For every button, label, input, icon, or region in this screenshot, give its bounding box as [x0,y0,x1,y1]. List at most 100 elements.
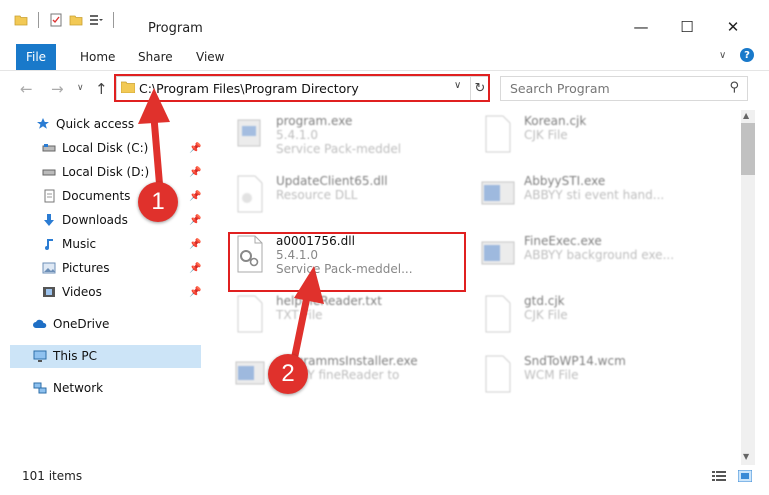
file-name: helpfileReader.txt [276,294,382,308]
window-title: Program [148,21,203,36]
network-icon [33,382,47,394]
pictures-icon [42,262,56,274]
sidebar-item-label: OneDrive [53,317,110,331]
sidebar-item-label: Local Disk (D:) [62,165,150,179]
pin-icon[interactable]: 📌 [189,287,201,298]
sidebar-item-documents[interactable]: Documents [42,185,130,207]
navigation-pane: Quick access Local Disk (C:) 📌 Local Dis… [0,110,205,465]
scroll-up-icon[interactable]: ▲ [743,111,749,120]
new-folder-icon[interactable] [69,13,83,27]
exe-file-icon [237,119,261,147]
sidebar-item-onedrive[interactable]: OneDrive [33,313,109,335]
sidebar-item-local-disk-c[interactable]: Local Disk (C:) [42,137,148,159]
scrollbar-thumb[interactable] [741,123,755,175]
forward-arrow-icon[interactable]: → [51,80,64,98]
music-icon [45,239,53,250]
list-item[interactable]: gtd.cjk CJK File [480,294,568,334]
close-button[interactable]: ✕ [710,12,756,42]
list-item[interactable]: UpdateClient65.dll Resource DLL [232,174,388,214]
file-name: UpdateClient65.dll [276,174,388,188]
sidebar-item-label: Documents [62,189,131,203]
list-item[interactable]: Korean.cjk CJK File [480,114,586,154]
details-view-icon[interactable] [712,470,726,482]
sidebar-item-music[interactable]: Music [42,233,96,255]
item-count: 101 items [22,469,83,483]
file-icon [485,355,511,393]
list-item[interactable]: program.exe 5.4.1.0 Service Pack-meddel [232,114,401,156]
customize-toolbar-icon[interactable] [89,13,103,27]
drive-icon [42,169,56,176]
minimize-button[interactable]: — [618,12,664,42]
file-description: ABBYY sti event hand... [524,188,665,202]
sidebar-item-label: Network [53,381,104,395]
file-icon [485,295,511,333]
sidebar-item-label: This PC [53,349,97,363]
up-arrow-icon[interactable]: ↑ [95,80,108,98]
search-input[interactable]: Search Program [510,81,610,96]
sidebar-item-quick-access[interactable]: Quick access [36,113,134,135]
search-icon[interactable]: ⚲ [729,80,739,95]
file-type: TXT File [276,308,323,322]
back-arrow-icon[interactable]: ← [20,80,33,98]
cloud-icon [33,319,47,328]
recent-locations-icon[interactable]: ∨ [77,83,84,93]
list-item[interactable]: helpfileReader.txt TXT File [232,294,382,334]
toolbar-separator [38,12,39,28]
sidebar-item-local-disk-d[interactable]: Local Disk (D:) [42,161,149,183]
exe-file-icon [235,361,265,385]
sidebar-item-label: Downloads [62,213,128,227]
callout-number-2: 2 [268,354,308,394]
properties-icon[interactable] [49,13,63,27]
exe-file-icon [481,181,515,205]
documents-icon [44,189,55,203]
file-name: AbbyySTI.exe [524,174,606,188]
tab-share[interactable]: Share [138,50,173,64]
file-description: Service Pack-meddel [276,142,402,156]
toolbar-separator [113,12,114,28]
file-version: 5.4.1.0 [276,128,318,142]
large-icons-view-icon[interactable] [738,470,752,482]
pin-icon[interactable]: 📌 [189,239,201,250]
sidebar-item-pictures[interactable]: Pictures [42,257,110,279]
tab-view[interactable]: View [196,50,224,64]
download-icon [44,214,54,226]
tab-home[interactable]: Home [80,50,115,64]
pin-icon[interactable]: 📌 [189,191,201,202]
maximize-button[interactable]: ☐ [664,12,710,42]
callout-number-1: 1 [138,182,178,222]
tab-file[interactable]: File [16,44,56,70]
pin-icon[interactable]: 📌 [189,143,201,154]
quick-access-toolbar [14,12,118,28]
file-type: CJK File [524,128,568,142]
file-name: program.exe [276,114,353,128]
sidebar-item-label: Music [62,237,97,251]
file-type: CJK File [524,308,568,322]
videos-icon [43,287,55,297]
sidebar-item-downloads[interactable]: Downloads [42,209,128,231]
pin-icon[interactable]: 📌 [189,167,201,178]
pin-icon[interactable]: 📌 [189,215,201,226]
file-name: gtd.cjk [524,294,565,308]
sidebar-item-videos[interactable]: Videos [42,281,102,303]
status-bar [0,465,769,495]
address-highlight-box [114,74,490,102]
expand-ribbon-icon[interactable]: ∨ [719,50,726,61]
sidebar-item-this-pc[interactable]: This PC [33,345,97,367]
sidebar-item-label: Videos [62,285,102,299]
sidebar-item-network[interactable]: Network [33,377,103,399]
list-item[interactable]: FineExec.exe ABBYY background exe... [480,234,674,274]
list-item[interactable]: SndToWP14.wcm WCM File [480,354,626,394]
star-icon [37,118,49,129]
pin-icon[interactable]: 📌 [189,263,201,274]
file-description: ABBYY background exe... [524,248,675,262]
folder-icon[interactable] [14,13,28,27]
search-box[interactable]: Search Program ⚲ [500,76,748,101]
computer-icon [33,350,47,362]
file-name: Korean.cjk [524,114,587,128]
file-icon [485,115,511,153]
file-type: WCM File [524,368,579,382]
help-icon[interactable]: ? [740,48,754,62]
list-item[interactable]: programmsInstaller.exe ABBYY fineReader t… [232,354,418,394]
scroll-down-icon[interactable]: ▼ [743,452,749,461]
list-item[interactable]: AbbyySTI.exe ABBYY sti event hand... [480,174,664,214]
